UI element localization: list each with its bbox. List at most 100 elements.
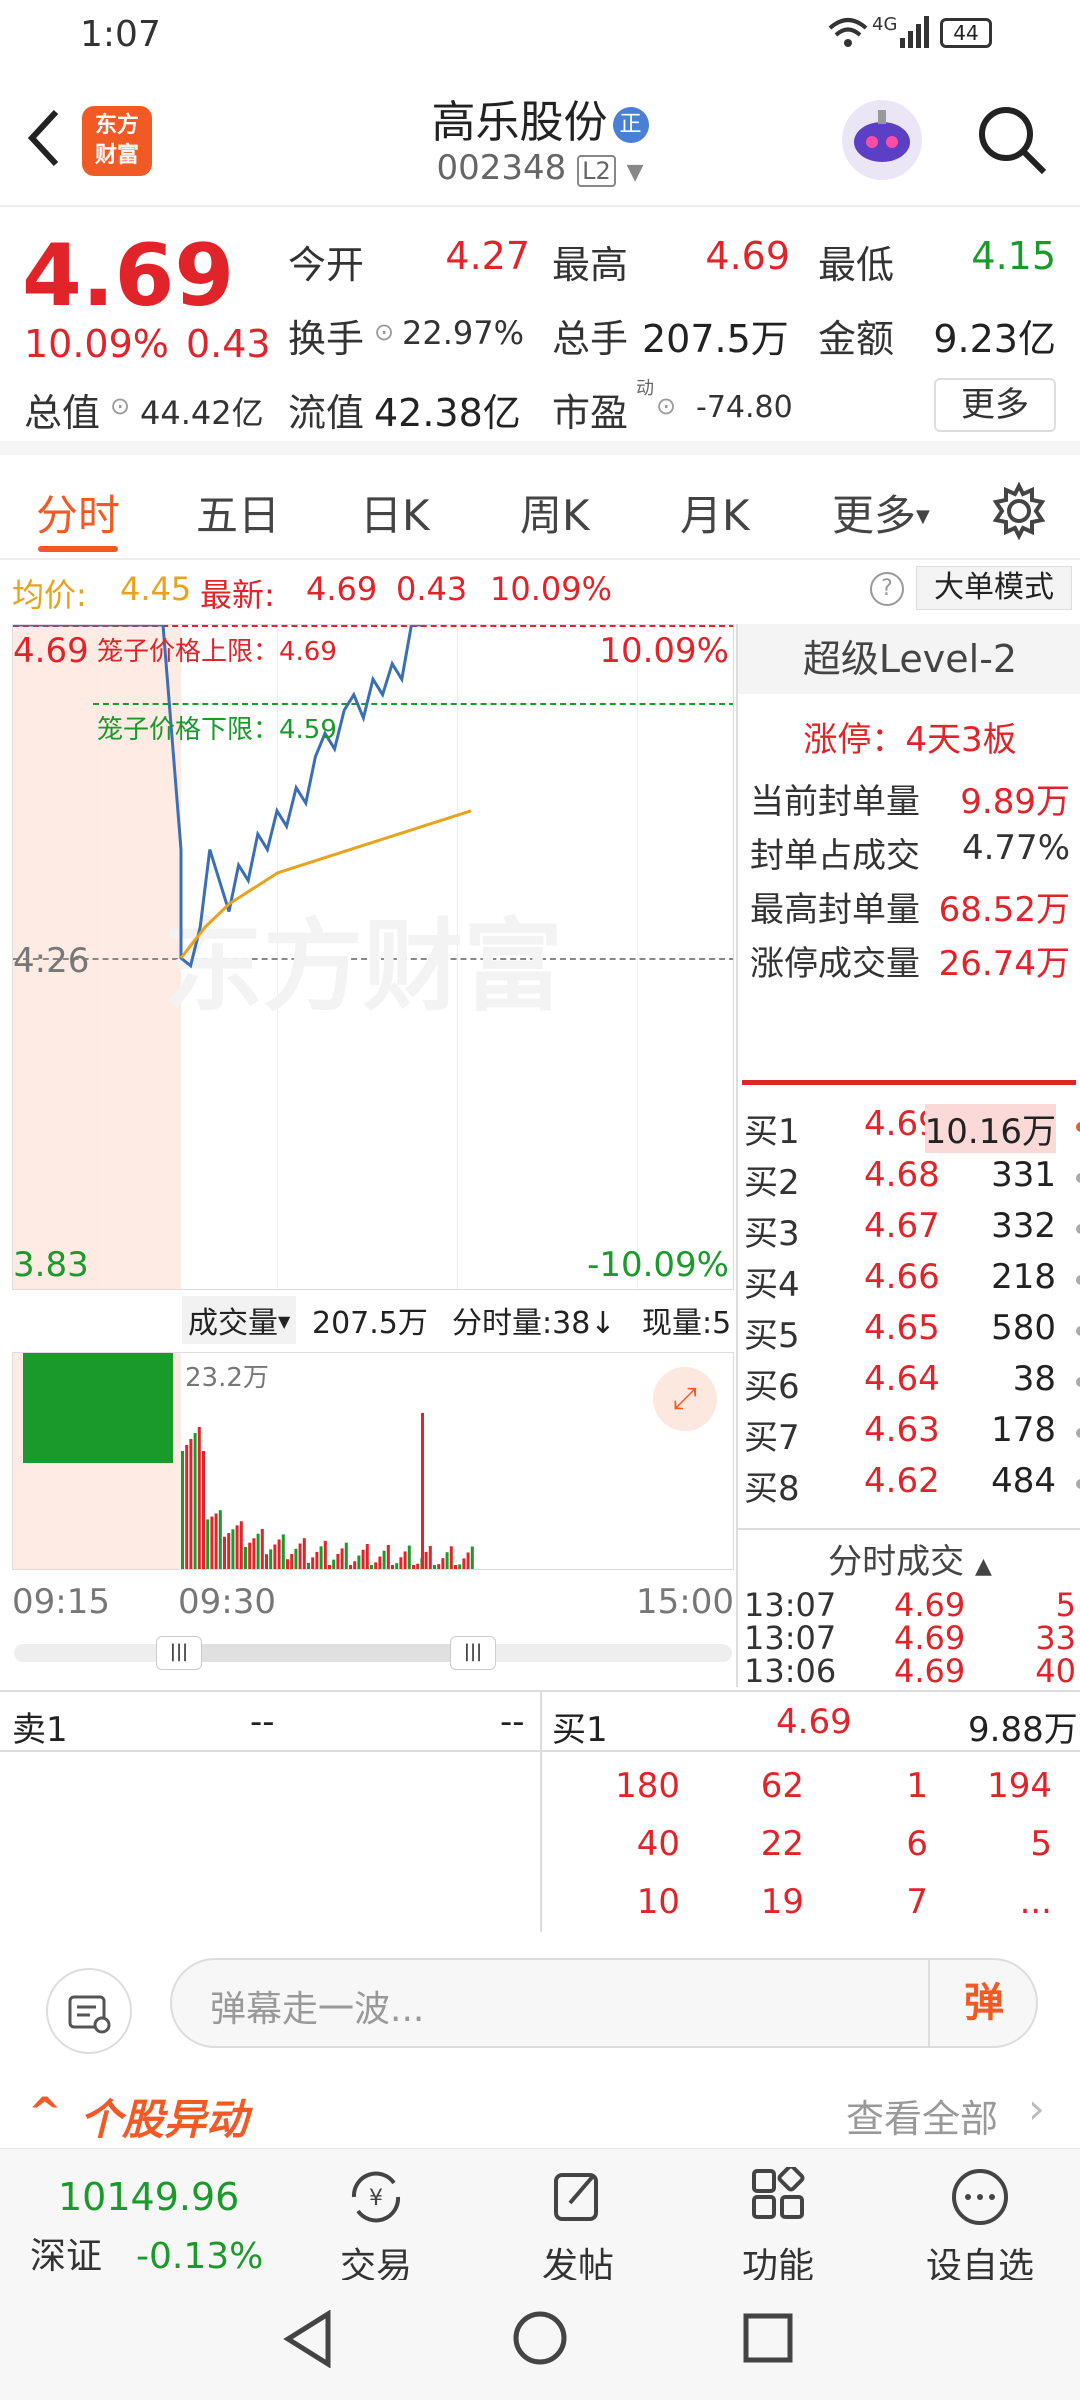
- mktcap-label: 总值: [24, 391, 101, 435]
- back-triangle-icon[interactable]: [282, 2309, 336, 2372]
- bid-row[interactable]: 买2 4.68 331: [744, 1155, 1080, 1203]
- index-ticker[interactable]: 10149.96 深证 -0.13%: [30, 2175, 290, 2279]
- bid-row[interactable]: 买6 4.64 38: [744, 1359, 1080, 1407]
- mktcap-value: 44.42亿: [140, 394, 264, 432]
- stock-alerts-bar: ^ 个股异动 查看全部 ›: [0, 2080, 1080, 2150]
- info-icon[interactable]: ⊙: [374, 318, 394, 346]
- bid-row[interactable]: 买7 4.63 178: [744, 1410, 1080, 1458]
- tab-five-day[interactable]: 五日: [196, 482, 280, 543]
- volume-bar: [437, 1564, 441, 1569]
- search-icon[interactable]: [976, 104, 1048, 180]
- upper-limit-label: 笼子价格上限：4.69: [97, 637, 337, 667]
- pct-axis-top: 10.09%: [599, 631, 729, 671]
- sell1-volume: --: [500, 1702, 525, 1742]
- level2-title[interactable]: 超级Level-2: [738, 624, 1080, 694]
- volume-selector-label: 成交量: [188, 1306, 278, 1341]
- bid-row[interactable]: 买3 4.67 332: [744, 1206, 1080, 1254]
- stock-code: 002348: [436, 148, 567, 188]
- bid-volume: 178: [991, 1410, 1056, 1450]
- volume-bar: [445, 1552, 449, 1569]
- slider-handle-left[interactable]: |||: [156, 1636, 202, 1670]
- nav-add-watchlist[interactable]: 设自选: [910, 2167, 1050, 2289]
- nav-functions[interactable]: 功能: [708, 2164, 848, 2289]
- minute-volume: 分时量:38↓: [452, 1306, 616, 1341]
- queue-cell: 19: [760, 1882, 804, 1922]
- volume-bar: [416, 1563, 420, 1569]
- robot-avatar-icon[interactable]: [842, 100, 922, 180]
- send-danmaku-button[interactable]: 弹: [928, 1960, 1038, 2046]
- volume-bar: [185, 1445, 189, 1569]
- view-all-link[interactable]: 查看全部: [846, 2088, 998, 2143]
- volume-chart[interactable]: 23.2万 ⤢: [12, 1352, 734, 1570]
- bid-price: 4.65: [864, 1308, 940, 1348]
- volume-bar: [424, 1551, 428, 1569]
- info-icon[interactable]: ⊙: [656, 392, 676, 420]
- bid-row[interactable]: 买1 4.69 10.16万: [744, 1104, 1080, 1153]
- level2-stat-row: 当前封单量 9.89万: [750, 774, 1070, 828]
- tab-weekly-k[interactable]: 周K: [520, 482, 590, 543]
- avg-series-line: [179, 809, 472, 959]
- queue-cell: 1: [906, 1766, 928, 1806]
- settings-gear-icon[interactable]: [990, 481, 1048, 544]
- stock-name: 高乐股份: [431, 97, 608, 148]
- nav-trade[interactable]: ¥ 交易: [306, 2167, 446, 2289]
- index-name: 深证: [30, 2236, 103, 2277]
- trades-title: 分时成交: [828, 1542, 965, 1582]
- more-button[interactable]: 更多: [934, 378, 1056, 432]
- tab-more[interactable]: 更多▼: [832, 482, 930, 543]
- amount-value: 9.23亿: [933, 317, 1056, 361]
- volume-bar: [206, 1519, 210, 1569]
- bid-level: 买5: [744, 1316, 800, 1356]
- trade-price: 4.69: [894, 1652, 966, 1690]
- volume-bars-svg: [23, 1353, 474, 1569]
- bid-row[interactable]: 买5 4.65 580: [744, 1308, 1080, 1356]
- volume-bar: [315, 1551, 319, 1569]
- bid-row[interactable]: 买4 4.66 218: [744, 1257, 1080, 1305]
- volume-bar: [328, 1565, 331, 1569]
- tab-monthly-k[interactable]: 月K: [680, 482, 750, 543]
- avg-value: 4.45: [120, 570, 192, 608]
- queue-cell: 180: [615, 1766, 680, 1806]
- tab-daily-k[interactable]: 日K: [360, 482, 430, 543]
- high-value: 4.69: [705, 234, 790, 278]
- bid-row[interactable]: 买8 4.62 484: [744, 1461, 1080, 1509]
- volume-bar: [248, 1542, 252, 1569]
- stat-label: 封单占成交: [750, 836, 920, 876]
- lower-limit-label: 笼子价格下限：4.59: [97, 715, 337, 745]
- high-label: 最高: [552, 243, 629, 287]
- price-axis-mid: 4:26: [13, 941, 90, 981]
- volume-bar: [399, 1557, 403, 1569]
- trade-volume: 40: [1035, 1652, 1076, 1690]
- stat-value: 68.52万: [938, 890, 1070, 930]
- volume-bar: [244, 1547, 247, 1569]
- volume-selector[interactable]: 成交量▼: [182, 1296, 297, 1344]
- slider-handle-right[interactable]: |||: [450, 1636, 496, 1670]
- info-icon[interactable]: ⊙: [110, 392, 130, 420]
- bid-price: 4.66: [864, 1257, 940, 1297]
- price-chart[interactable]: 东方财富 4.69 4:26 3.83 10.09% -10.09% 笼子价格上…: [12, 624, 734, 1290]
- help-icon[interactable]: ?: [870, 572, 904, 606]
- chevron-up-icon[interactable]: ^: [28, 2090, 62, 2136]
- danmaku-settings-icon[interactable]: [46, 1968, 132, 2054]
- volume-max-label: 23.2万: [185, 1363, 269, 1393]
- signal-icon: [900, 16, 930, 52]
- sell1-price: --: [250, 1702, 275, 1742]
- recents-square-icon[interactable]: [742, 2312, 794, 2368]
- stock-alerts-title[interactable]: 个股异动: [80, 2086, 248, 2147]
- volume-bar: [386, 1544, 390, 1569]
- big-order-mode-button[interactable]: 大单模式: [916, 566, 1072, 610]
- tab-intraday[interactable]: 分时: [36, 482, 120, 543]
- bid-volume: 580: [991, 1308, 1056, 1348]
- home-circle-icon[interactable]: [512, 2310, 568, 2370]
- volume-bar: [231, 1529, 235, 1569]
- trades-title-toggle[interactable]: 分时成交 ▲: [738, 1534, 1080, 1583]
- nav-post[interactable]: 发帖: [508, 2167, 648, 2289]
- volume-bar: [210, 1516, 214, 1569]
- expand-icon[interactable]: ⤢: [653, 1367, 717, 1431]
- stat-label: 涨停成交量: [750, 944, 920, 984]
- queue-cell: ...: [1019, 1882, 1052, 1922]
- pe-dynamic-sup: 动: [636, 378, 654, 399]
- volume-bar: [470, 1546, 474, 1569]
- danmaku-input[interactable]: 弹幕走一波... 弹: [170, 1958, 1038, 2048]
- volume-label: 总手: [552, 317, 629, 361]
